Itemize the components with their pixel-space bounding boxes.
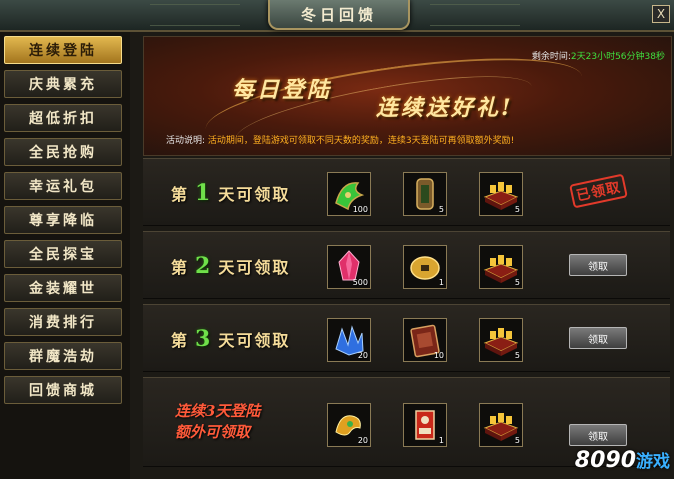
sidebar-item-demon-raid[interactable]: 群魔浩劫 (4, 342, 122, 370)
banner-title-gifts: 连续送好礼! (376, 95, 514, 121)
sidebar-item-lucky-pack[interactable]: 幸运礼包 (4, 172, 122, 200)
day-suffix: 天可领取 (218, 258, 291, 277)
reward-item[interactable]: 5 (479, 245, 523, 289)
watermark-cn: 游戏 (636, 452, 670, 472)
watermark-brand: 8090 (574, 448, 636, 473)
item-count: 20 (357, 436, 368, 445)
item-count: 5 (514, 205, 520, 214)
window-title: 冬日回馈 (268, 0, 410, 30)
event-description: 活动说明: 活动期间，登陆游戏可领取不同天数的奖励，连续3天登陆可再领取额外奖励… (166, 133, 514, 146)
day-prefix: 第 (171, 258, 190, 277)
reward-item[interactable]: 5 (479, 318, 523, 362)
sidebar-item-treasure-hunt[interactable]: 全民探宝 (4, 240, 122, 268)
sidebar-item-golden-gear[interactable]: 金装耀世 (4, 274, 122, 302)
sidebar-item-login-streak[interactable]: 连续登陆 (4, 36, 122, 64)
day-prefix: 第 (171, 185, 190, 204)
day-number: 3 (195, 326, 213, 352)
title-decoration-left (150, 4, 240, 26)
item-count: 1 (438, 278, 444, 287)
item-count: 5 (514, 351, 520, 360)
day-suffix: 天可领取 (218, 331, 291, 350)
day-label: 第 1 天可领取 (171, 180, 290, 206)
reward-item[interactable]: 1 (403, 403, 447, 447)
title-decoration-right (430, 4, 520, 26)
countdown: 剩余时间:2天23小时56分钟38秒 (532, 49, 665, 62)
close-button[interactable]: X (652, 5, 670, 23)
reward-item[interactable]: 5 (479, 172, 523, 216)
item-count: 100 (352, 205, 368, 214)
item-count: 5 (438, 205, 444, 214)
reward-item[interactable]: 10 (403, 318, 447, 362)
claim-button[interactable]: 领取 (569, 327, 627, 349)
item-count: 5 (514, 278, 520, 287)
item-count: 10 (433, 351, 444, 360)
reward-item[interactable]: 1 (403, 245, 447, 289)
claim-button[interactable]: 领取 (569, 254, 627, 276)
bonus-label: 连续3天登陆 额外可领取 (175, 401, 260, 443)
reward-row-day-1: 第 1 天可领取 100 5 5 已领取 (143, 158, 670, 226)
item-count: 5 (514, 436, 520, 445)
reward-item[interactable]: 20 (327, 318, 371, 362)
sidebar: 连续登陆 庆典累充 超低折扣 全民抢购 幸运礼包 尊享降临 全民探宝 金装耀世 … (0, 32, 130, 479)
item-count: 500 (352, 278, 368, 287)
day-label: 第 2 天可领取 (171, 253, 290, 279)
day-label: 第 3 天可领取 (171, 326, 290, 352)
countdown-label: 剩余时间: (531, 52, 571, 62)
reward-row-day-3: 第 3 天可领取 20 10 5 领取 (143, 304, 670, 372)
description-text: 活动期间，登陆游戏可领取不同天数的奖励，连续3天登陆可再领取额外奖励! (207, 136, 515, 146)
claim-button[interactable]: 领取 (569, 424, 627, 446)
reward-item[interactable]: 100 (327, 172, 371, 216)
item-count: 1 (438, 436, 444, 445)
description-label: 活动说明: (166, 136, 206, 146)
reward-item[interactable]: 5 (479, 403, 523, 447)
sidebar-item-recharge-celebration[interactable]: 庆典累充 (4, 70, 122, 98)
sidebar-item-flash-sale[interactable]: 全民抢购 (4, 138, 122, 166)
title-bar: 冬日回馈 X (0, 0, 674, 32)
event-banner: 每日登陆 连续送好礼! 剩余时间:2天23小时56分钟38秒 活动说明: 活动期… (143, 36, 672, 156)
bonus-label-line1: 连续3天登陆 (175, 402, 261, 420)
banner-title-daily-login: 每日登陆 (232, 77, 333, 103)
sidebar-item-super-discount[interactable]: 超低折扣 (4, 104, 122, 132)
reward-item[interactable]: 500 (327, 245, 371, 289)
countdown-value: 2天23小时56分钟38秒 (570, 52, 665, 62)
item-count: 20 (357, 351, 368, 360)
reward-item[interactable]: 5 (403, 172, 447, 216)
reward-row-day-2: 第 2 天可领取 500 1 5 领取 (143, 231, 670, 299)
reward-item[interactable]: 20 (327, 403, 371, 447)
sidebar-item-reward-shop[interactable]: 回馈商城 (4, 376, 122, 404)
sidebar-item-premium-arrival[interactable]: 尊享降临 (4, 206, 122, 234)
sidebar-item-spend-ranking[interactable]: 消费排行 (4, 308, 122, 336)
bonus-label-line2: 额外可领取 (175, 423, 251, 441)
day-number: 1 (195, 180, 213, 206)
day-number: 2 (195, 253, 213, 279)
day-prefix: 第 (171, 331, 190, 350)
claimed-stamp: 已领取 (569, 173, 628, 209)
site-watermark: 8090游戏 (575, 447, 670, 473)
main-panel: 每日登陆 连续送好礼! 剩余时间:2天23小时56分钟38秒 活动说明: 活动期… (143, 32, 674, 479)
day-suffix: 天可领取 (218, 185, 291, 204)
